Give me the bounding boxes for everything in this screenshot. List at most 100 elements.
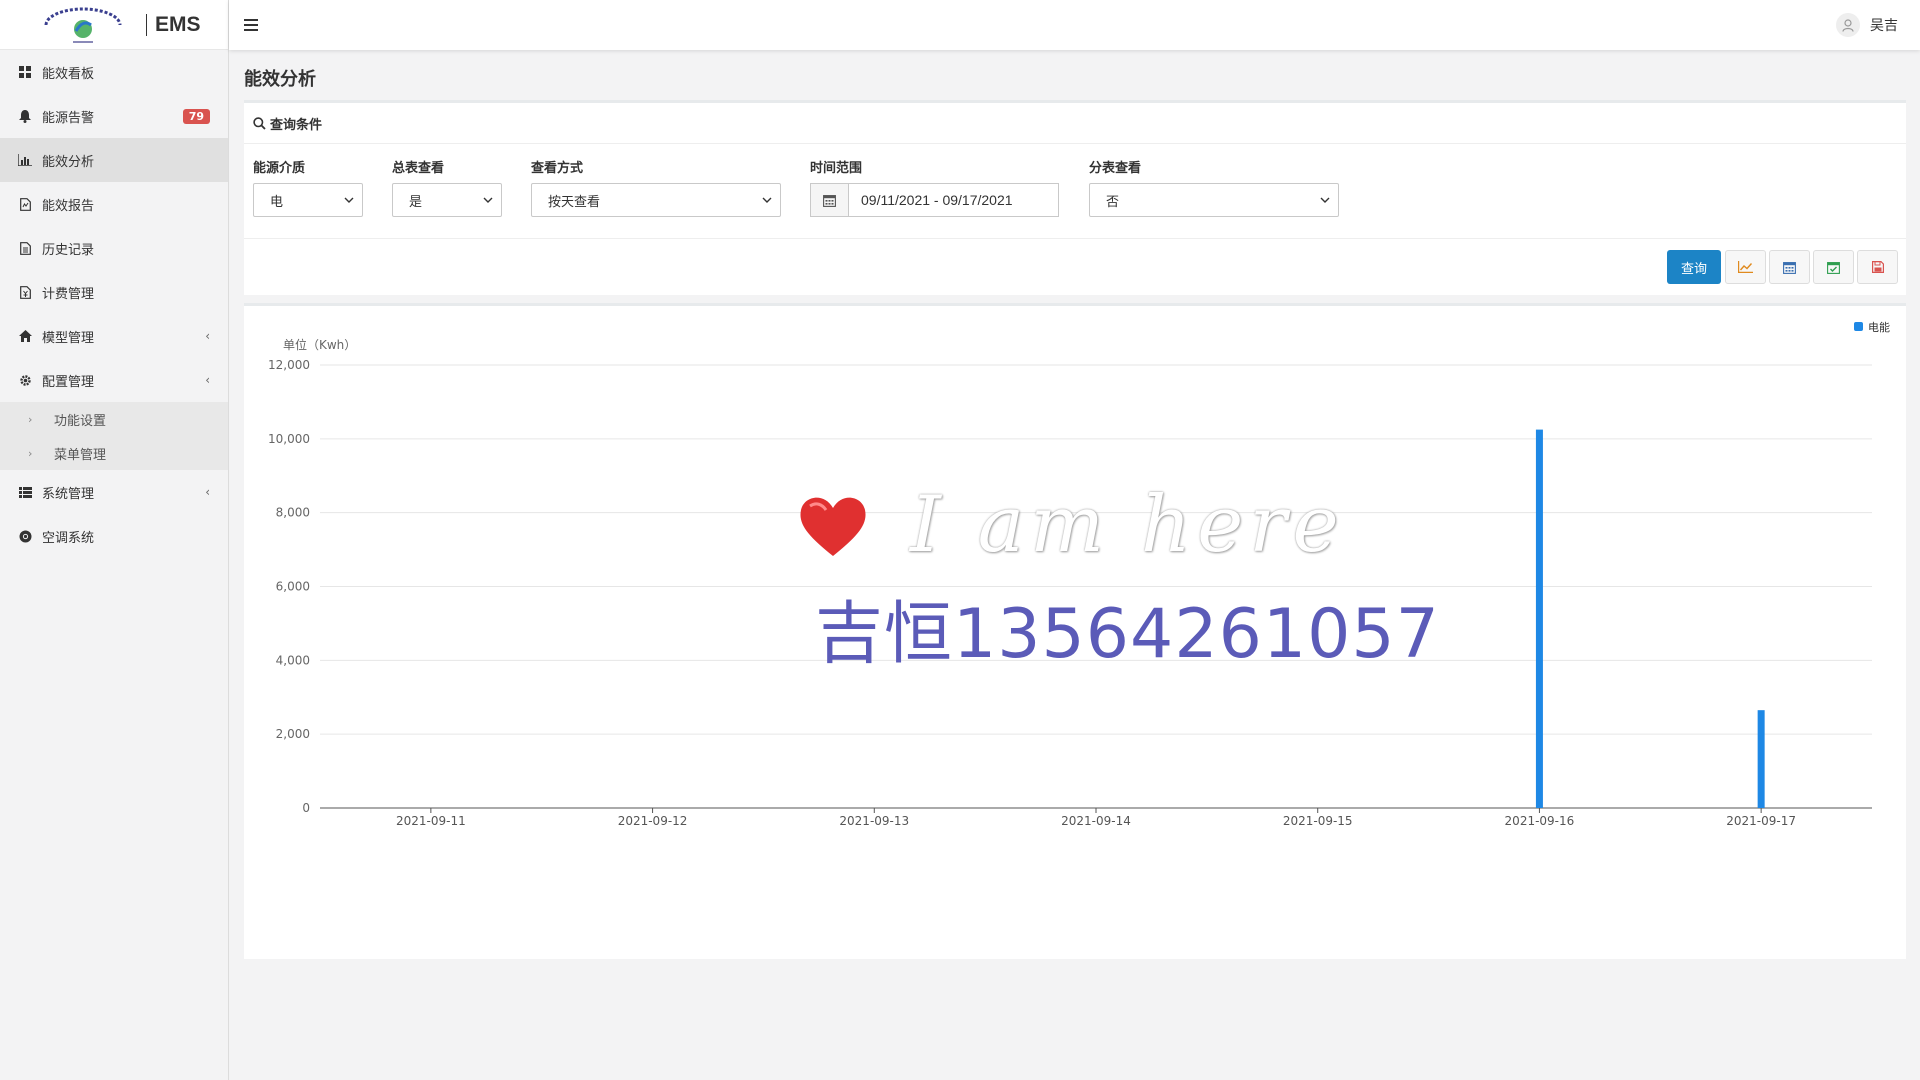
chevron-down-icon	[762, 197, 772, 203]
energy-bar-chart: 0 2,000 4,000 6,000 8,000 10,000 12,000 2021-0…	[268, 320, 1890, 828]
y-tick-label: 6,000	[276, 580, 310, 594]
alert-count-badge: 79	[182, 108, 210, 124]
legend-label: 电能	[1868, 320, 1890, 334]
search-button[interactable]: 查询	[1667, 250, 1721, 284]
line-chart-button[interactable]	[1725, 250, 1766, 284]
y-tick-label: 8,000	[276, 506, 310, 520]
y-axis-label: 单位（Kwh）	[283, 337, 356, 352]
date-range-picker[interactable]: 09/11/2021 - 09/17/2021	[810, 183, 1059, 217]
query-panel-header: 查询条件	[244, 103, 1906, 144]
top-navbar: 吴吉	[229, 0, 1920, 50]
view-mode-select[interactable]: 按天查看	[531, 183, 781, 217]
view-mode-value: 按天查看	[548, 194, 601, 210]
x-tick-label: 2021-09-17	[1726, 814, 1796, 828]
sidebar-item-label: 系统管理	[42, 486, 95, 502]
calendar-check-icon	[1827, 261, 1840, 274]
view-mode-label: 查看方式	[531, 161, 584, 176]
date-range-label: 时间范围	[810, 161, 863, 176]
chevron-left-icon: ‹	[205, 329, 210, 343]
calendar-icon	[811, 184, 849, 216]
x-tick-label: 2021-09-16	[1505, 814, 1575, 828]
x-tick-label: 2021-09-12	[618, 814, 688, 828]
y-tick-label: 0	[302, 801, 310, 815]
sidebar-item-system-management[interactable]: 系统管理 ‹	[0, 470, 228, 514]
dashboard-grid-icon	[17, 64, 33, 80]
main-content: 能效分析 查询条件 能源介质 电 总表查看 是 查看方式 按天查看 时间范围 0…	[229, 50, 1920, 1080]
chrome-icon	[17, 528, 33, 544]
line-chart-icon	[1738, 261, 1753, 273]
x-tick-label: 2021-09-15	[1283, 814, 1353, 828]
y-tick-label: 12,000	[268, 358, 310, 372]
sidebar-item-label: 配置管理	[42, 374, 95, 390]
search-icon	[253, 116, 266, 130]
chevron-down-icon	[344, 197, 354, 203]
home-icon	[17, 328, 33, 344]
sidebar-item-label: 历史记录	[42, 242, 95, 258]
sidebar-item-label: 能效看板	[42, 66, 95, 82]
sidebar-subitem-function-settings[interactable]: › 功能设置	[0, 402, 228, 436]
y-tick-label: 10,000	[268, 432, 310, 446]
sidebar-item-history[interactable]: 历史记录	[0, 226, 228, 270]
brand-name: EMS	[155, 12, 201, 36]
x-tick-label: 2021-09-14	[1061, 814, 1131, 828]
chart-panel: 0 2,000 4,000 6,000 8,000 10,000 12,000 2021-0…	[244, 303, 1906, 959]
sidebar-subitem-menu-management[interactable]: › 菜单管理	[0, 436, 228, 470]
bar	[1757, 710, 1765, 808]
sidebar-item-alerts[interactable]: 能源告警 79	[0, 94, 228, 138]
gear-icon	[17, 372, 33, 388]
legend[interactable]: 电能	[1854, 320, 1890, 334]
sidebar-item-label: 能效分析	[42, 154, 95, 170]
x-tick-label: 2021-09-13	[839, 814, 909, 828]
sidebar-item-billing[interactable]: 计费管理	[0, 270, 228, 314]
query-panel: 查询条件 能源介质 电 总表查看 是 查看方式 按天查看 时间范围 09/11/…	[244, 100, 1906, 295]
save-button[interactable]	[1857, 250, 1898, 284]
user-menu[interactable]: 吴吉	[1836, 13, 1898, 37]
report-file-icon	[17, 196, 33, 212]
user-name: 吴吉	[1870, 18, 1898, 34]
sidebar-item-hvac-system[interactable]: 空调系统	[0, 514, 228, 558]
calendar-icon	[1783, 261, 1796, 274]
sidebar-item-config-management[interactable]: 配置管理 ‹	[0, 358, 228, 402]
x-tick-label: 2021-09-11	[396, 814, 466, 828]
sidebar-item-efficiency-analysis[interactable]: 能效分析	[0, 138, 228, 182]
sidebar-subitem-label: 菜单管理	[54, 447, 107, 463]
chevron-left-icon: ‹	[205, 373, 210, 387]
calendar-day-button[interactable]	[1769, 250, 1810, 284]
query-panel-title: 查询条件	[270, 117, 323, 133]
sidebar-item-label: 模型管理	[42, 330, 95, 346]
list-icon	[17, 484, 33, 500]
sidebar-subitem-label: 功能设置	[54, 413, 107, 429]
bar	[1535, 429, 1543, 808]
billing-file-icon	[17, 284, 33, 300]
sidebar-item-label: 计费管理	[42, 286, 95, 302]
company-logo	[44, 7, 122, 43]
sub-meter-label: 分表查看	[1089, 161, 1142, 176]
chevron-right-icon: ›	[28, 446, 33, 460]
legend-swatch	[1854, 322, 1863, 331]
save-icon	[1871, 261, 1884, 273]
sidebar-item-efficiency-report[interactable]: 能效报告	[0, 182, 228, 226]
sidebar-item-model-management[interactable]: 模型管理 ‹	[0, 314, 228, 358]
user-avatar-icon	[1836, 13, 1860, 37]
main-meter-value: 是	[409, 194, 423, 210]
chevron-down-icon	[1320, 197, 1330, 203]
bar-chart-icon	[17, 152, 33, 168]
document-icon	[17, 240, 33, 256]
bell-icon	[17, 108, 33, 124]
hamburger-menu-icon[interactable]	[244, 19, 258, 31]
query-divider	[244, 238, 1906, 239]
y-tick-label: 4,000	[276, 653, 310, 667]
main-meter-select[interactable]: 是	[392, 183, 502, 217]
energy-medium-select[interactable]: 电	[253, 183, 363, 217]
calendar-check-button[interactable]	[1813, 250, 1854, 284]
sidebar-item-dashboard[interactable]: 能效看板	[0, 50, 228, 94]
chevron-right-icon: ›	[28, 412, 33, 426]
sub-meter-select[interactable]: 否	[1089, 183, 1339, 217]
chevron-down-icon	[483, 197, 493, 203]
date-range-value: 09/11/2021 - 09/17/2021	[861, 192, 1013, 208]
sidebar-item-label: 能效报告	[42, 198, 95, 214]
brand-header: EMS	[0, 0, 228, 50]
chevron-left-icon: ‹	[205, 485, 210, 499]
energy-medium-value: 电	[270, 194, 284, 210]
page-title: 能效分析	[244, 69, 316, 90]
